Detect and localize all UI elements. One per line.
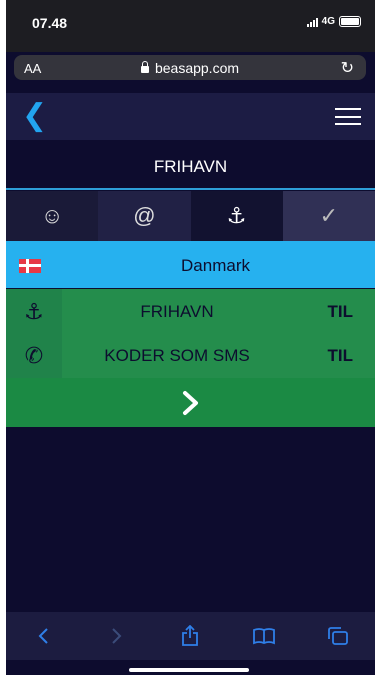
tab-contact[interactable]: @ <box>98 191 191 241</box>
status-indicators: 4G <box>306 16 361 27</box>
book-icon <box>253 628 276 645</box>
country-selector[interactable]: Danmark <box>6 241 375 288</box>
title-divider <box>6 188 375 190</box>
tab-bar: ☺ @ ⚓ ✓ <box>6 191 375 241</box>
app-header: ❮ <box>6 93 375 140</box>
anchor-icon: ⚓ <box>226 203 247 228</box>
chevron-left-icon <box>38 628 48 644</box>
address-bar[interactable]: AA beasapp.com ↻ <box>14 55 366 80</box>
option-row-sms[interactable]: ✆ KODER SOM SMS TIL <box>6 333 375 378</box>
url-field[interactable]: beasapp.com <box>14 60 366 76</box>
danish-flag-icon <box>19 259 41 273</box>
signal-icon <box>306 17 318 27</box>
chevron-right-icon <box>182 390 198 415</box>
home-indicator[interactable] <box>129 668 249 672</box>
share-icon <box>182 625 199 646</box>
chevron-right-icon <box>111 628 122 644</box>
phone-screen: 07.48 4G AA beasapp.com ↻ ❮ FRIHAVN ☺ @ … <box>6 0 375 675</box>
checkmark-icon: ✓ <box>319 203 339 228</box>
bookmarks-button[interactable] <box>244 621 284 651</box>
share-button[interactable] <box>170 621 210 651</box>
battery-icon <box>339 16 361 27</box>
next-button[interactable] <box>6 378 375 427</box>
at-icon: @ <box>133 203 156 228</box>
network-type: 4G <box>321 16 335 27</box>
tab-harbour[interactable]: ⚓ <box>190 191 283 241</box>
option-row-harbour[interactable]: ⚓ FRIHAVN TIL <box>6 289 375 334</box>
title-bar: FRIHAVN <box>6 140 375 190</box>
anchor-icon: ⚓ <box>6 289 62 334</box>
page-title: FRIHAVN <box>153 157 228 176</box>
option-status[interactable]: TIL <box>328 346 354 366</box>
browser-forward-button[interactable] <box>97 621 137 651</box>
status-time: 07.48 <box>32 15 68 31</box>
back-button[interactable]: ❮ <box>22 101 47 131</box>
menu-icon[interactable] <box>335 108 361 125</box>
tabs-button[interactable] <box>318 621 358 651</box>
lock-icon <box>140 61 149 73</box>
browser-back-button[interactable] <box>23 621 63 651</box>
option-label: FRIHAVN <box>140 302 214 321</box>
option-status[interactable]: TIL <box>328 302 354 322</box>
tabs-icon <box>328 627 348 645</box>
tab-confirm[interactable]: ✓ <box>282 191 375 241</box>
option-label: KODER SOM SMS <box>104 346 250 365</box>
reload-icon[interactable]: ↻ <box>341 58 354 78</box>
url-text: beasapp.com <box>154 60 240 76</box>
country-name: Danmark <box>181 256 250 275</box>
smiley-icon: ☺ <box>40 203 64 228</box>
status-bar: 07.48 4G <box>6 0 375 52</box>
tab-profile[interactable]: ☺ <box>6 191 99 241</box>
phone-icon: ✆ <box>6 333 62 378</box>
browser-toolbar <box>6 612 375 660</box>
